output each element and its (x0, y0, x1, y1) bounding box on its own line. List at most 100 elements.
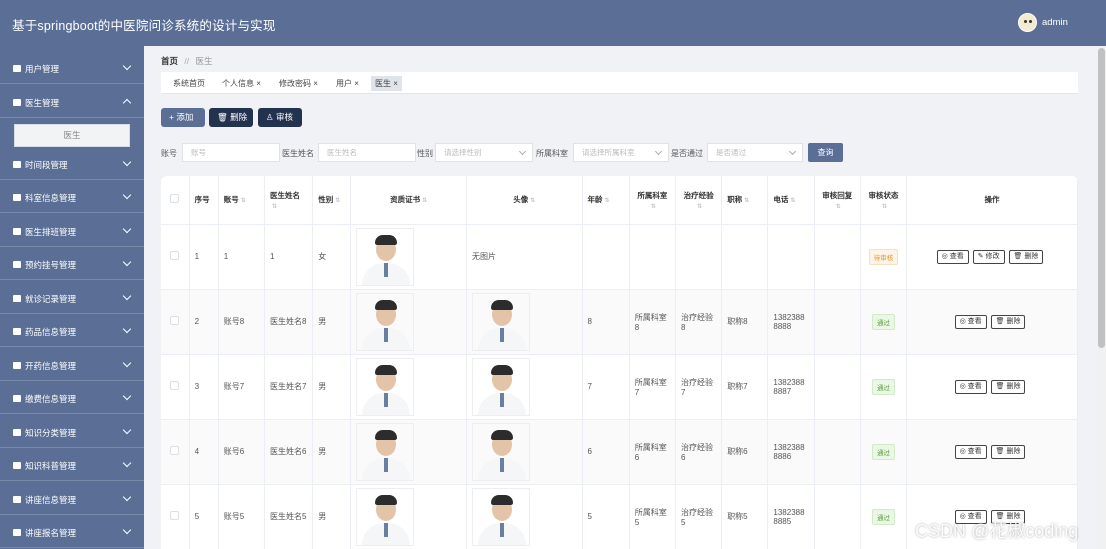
chevron-down-icon (122, 324, 132, 334)
col-phone[interactable]: 电话 ⇅ (767, 176, 815, 225)
sort-icon[interactable]: ⇅ (836, 203, 841, 210)
tag-user[interactable]: 用户 × (332, 76, 363, 91)
sidebar: 医生 用户管理医生管理时间段管理 科室信息管理 医生排班管理 预约挂号管理 就诊记录管理… (0, 46, 144, 549)
cell-actions: ◎ 查看 🗑 删除 (906, 289, 1078, 355)
table-row[interactable]: 4 账号6 医生姓名6 男 6 所属科室6 治疗经验6 职称6 13823888886 通过 ◎ 查… (161, 419, 1078, 485)
audit-button[interactable]: ♙ 审核 (258, 108, 302, 127)
sort-icon[interactable]: ⇅ (422, 197, 427, 204)
table-row[interactable]: 1 1 1 女无图片 待审核 ◎ 查看 ✎ 修改 🗑 删除 (161, 224, 1078, 290)
avatar-image[interactable] (471, 487, 530, 546)
sort-icon[interactable]: ⇅ (272, 203, 277, 210)
col-dept[interactable]: 所属科室 ⇅ (629, 176, 676, 225)
submenu-item-doctor[interactable]: 医生 (14, 124, 130, 147)
cell-experience: 治疗经验8 (675, 289, 723, 355)
dept-select[interactable]: 请选择所属科室 (573, 143, 669, 162)
avatar-image[interactable] (471, 357, 530, 416)
col-reply-label: 审核回复 (822, 190, 853, 200)
sidebar-item-5[interactable]: 预约挂号管理 (0, 250, 144, 280)
col-reply[interactable]: 审核回复 ⇅ (814, 176, 861, 225)
avatar-image[interactable] (471, 292, 530, 351)
table-row[interactable]: 3 账号7 医生姓名7 男 7 所属科室7 治疗经验7 职称7 13823888887 通过 ◎ 查… (161, 354, 1078, 420)
col-avatar[interactable]: 头像 ⇅ (466, 176, 583, 225)
sidebar-item-11[interactable]: 知识科普管理 (0, 451, 144, 481)
cell-certificate (350, 224, 467, 290)
row-checkbox[interactable] (170, 511, 180, 520)
row-checkbox[interactable] (170, 446, 180, 455)
col-experience[interactable]: 治疗经验 ⇅ (675, 176, 723, 225)
sidebar-item-8[interactable]: 开药信息管理 (0, 351, 144, 381)
row-action-button[interactable]: 🗑 删除 (990, 444, 1026, 459)
tag-password[interactable]: 修改密码 × (275, 76, 322, 91)
row-checkbox[interactable] (170, 316, 180, 325)
sidebar-item-13[interactable]: 讲座报名管理 (0, 518, 144, 548)
certificate-image[interactable] (356, 227, 415, 286)
row-action-button[interactable]: ◎ 查看 (954, 379, 987, 394)
sort-icon[interactable]: ⇅ (744, 197, 749, 204)
cell-phone: 13823888885 (767, 484, 815, 549)
select-all-checkbox[interactable] (170, 194, 180, 204)
cell-certificate (350, 484, 467, 549)
add-button[interactable]: + 添加 (161, 108, 205, 127)
sidebar-item-6[interactable]: 就诊记录管理 (0, 284, 144, 314)
sidebar-item-3[interactable]: 科室信息管理 (0, 183, 144, 213)
avatar-image[interactable] (471, 422, 530, 481)
sort-icon[interactable]: ⇅ (605, 197, 610, 204)
row-checkbox[interactable] (170, 381, 180, 390)
row-action-button[interactable]: ◎ 查看 (954, 444, 987, 459)
sidebar-item-7[interactable]: 药品信息管理 (0, 317, 144, 347)
account-input[interactable]: 账号 (182, 143, 280, 162)
cell-avatar (466, 289, 583, 355)
col-age[interactable]: 年龄 ⇅ (582, 176, 630, 225)
col-certificate[interactable]: 资质证书 ⇅ (350, 176, 467, 225)
sidebar-item-0[interactable]: 用户管理 (0, 54, 144, 84)
sort-icon[interactable]: ⇅ (790, 197, 795, 204)
col-status[interactable]: 审核状态 ⇅ (860, 176, 908, 225)
certificate-image[interactable] (356, 487, 415, 546)
sidebar-item-9[interactable]: 缴费信息管理 (0, 384, 144, 414)
col-title[interactable]: 职称 ⇅ (721, 176, 769, 225)
row-action-button[interactable]: ✎ 修改 (972, 249, 1005, 264)
delete-button[interactable]: 🗑 删除 (209, 108, 253, 127)
breadcrumb-home[interactable]: 首页 (161, 56, 178, 66)
sidebar-item-2[interactable]: 时间段管理 (0, 150, 144, 180)
doctor-table: 序号 账号 ⇅ 医生姓名 ⇅ 性别 ⇅ 资质证书 ⇅ 头像 ⇅ 年龄 ⇅ 所属科室 ⇅ 治疗经… (161, 176, 1078, 549)
col-gender[interactable]: 性别 ⇅ (312, 176, 352, 225)
certificate-image[interactable] (356, 357, 415, 416)
row-action-button[interactable]: 🗑 删除 (990, 314, 1026, 329)
sort-icon[interactable]: ⇅ (530, 197, 535, 204)
row-checkbox[interactable] (170, 251, 180, 260)
cell-index: 4 (189, 419, 219, 485)
sort-icon[interactable]: ⇅ (241, 197, 246, 204)
sidebar-item-4[interactable]: 医生排班管理 (0, 217, 144, 247)
row-action-button[interactable]: ◎ 查看 (936, 249, 969, 264)
col-account[interactable]: 账号 ⇅ (218, 176, 265, 225)
row-action-button[interactable]: 🗑 删除 (1008, 249, 1044, 264)
sidebar-item-1[interactable]: 医生管理 (0, 88, 144, 118)
certificate-image[interactable] (356, 292, 415, 351)
row-action-button[interactable]: ◎ 查看 (954, 314, 987, 329)
sort-icon[interactable]: ⇅ (697, 203, 702, 210)
col-name[interactable]: 医生姓名 ⇅ (264, 176, 314, 225)
gender-select[interactable]: 请选择性别 (435, 143, 533, 162)
menu-icon (13, 98, 21, 106)
tag-home[interactable]: 系统首页 (169, 76, 209, 91)
doctor-name-input[interactable]: 医生姓名 (318, 143, 416, 162)
sidebar-item-10[interactable]: 知识分类管理 (0, 418, 144, 448)
row-action-button[interactable]: 🗑 删除 (990, 379, 1026, 394)
chevron-down-icon (122, 492, 132, 501)
tag-doctor[interactable]: 医生 × (371, 76, 402, 91)
user-avatar-icon[interactable] (1018, 13, 1037, 32)
scrollbar-thumb[interactable] (1098, 48, 1105, 348)
page-scrollbar[interactable] (1097, 46, 1106, 549)
certificate-image[interactable] (356, 422, 415, 481)
cell-dept (629, 224, 676, 290)
sort-icon[interactable]: ⇅ (882, 203, 887, 210)
sort-icon[interactable]: ⇅ (651, 203, 656, 210)
table-row[interactable]: 2 账号8 医生姓名8 男 8 所属科室8 治疗经验8 职称8 13823888888 通过 ◎ 查… (161, 289, 1078, 355)
search-button[interactable]: 查询 (808, 143, 843, 162)
sidebar-item-12[interactable]: 讲座信息管理 (0, 485, 144, 515)
sort-icon[interactable]: ⇅ (335, 197, 340, 204)
pass-select[interactable]: 是否通过 (707, 143, 803, 162)
user-name[interactable]: admin (1042, 17, 1068, 28)
tag-profile[interactable]: 个人信息 × (218, 76, 265, 91)
